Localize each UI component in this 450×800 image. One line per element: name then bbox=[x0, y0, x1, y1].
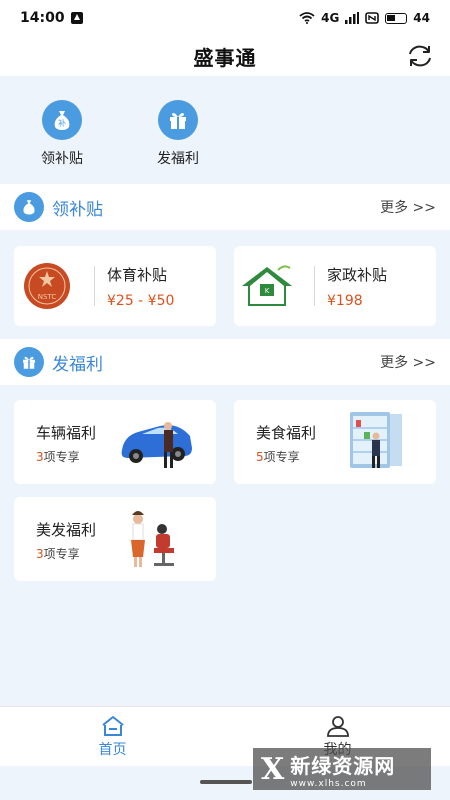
welfare-name: 美发福利 bbox=[36, 521, 97, 539]
subsidy-more-link[interactable]: 更多 >> bbox=[380, 197, 436, 217]
nav-tab-home[interactable]: 首页 bbox=[0, 707, 225, 766]
welfare-more-link[interactable]: 更多 >> bbox=[380, 352, 436, 372]
section-title: 领补贴 bbox=[52, 199, 103, 220]
welfare-count-number: 3 bbox=[36, 450, 44, 464]
svg-text:补: 补 bbox=[58, 118, 66, 128]
fridge-illustration bbox=[350, 412, 402, 468]
welfare-count-suffix: 项专享 bbox=[263, 450, 300, 464]
gift-icon bbox=[158, 100, 198, 140]
car-illustration bbox=[121, 422, 192, 468]
nfc-icon bbox=[365, 12, 380, 24]
subsidy-text: 家政补贴 ¥198 bbox=[327, 264, 387, 309]
sports-emblem-logo: NSTC bbox=[14, 246, 80, 326]
watermark-logo: X bbox=[261, 751, 285, 787]
user-icon bbox=[326, 715, 349, 737]
subsidy-price: ¥25 - ¥50 bbox=[107, 292, 175, 309]
status-bar: 14:00 4G 44 bbox=[0, 0, 450, 36]
divider bbox=[94, 266, 95, 306]
subsidy-text: 体育补贴 ¥25 - ¥50 bbox=[107, 264, 174, 309]
status-left: 14:00 bbox=[20, 10, 83, 26]
page-title: 盛事通 bbox=[193, 45, 257, 70]
upload-notification-icon bbox=[70, 12, 83, 24]
refresh-icon bbox=[409, 45, 431, 67]
money-bag-icon: 补 bbox=[42, 100, 82, 140]
subsidy-section-header: 领补贴 更多 >> bbox=[0, 184, 450, 230]
welfare-count-number: 3 bbox=[36, 547, 44, 561]
network-label: 4G bbox=[321, 11, 340, 25]
quick-action-welfare[interactable]: 发福利 bbox=[140, 82, 216, 172]
subsidy-name: 家政补贴 bbox=[327, 265, 388, 284]
home-icon bbox=[101, 715, 124, 736]
logo-text: NSTC bbox=[38, 293, 57, 301]
quick-actions: 补 领补贴 发福利 bbox=[0, 82, 450, 172]
salon-illustration bbox=[131, 511, 174, 567]
watermark: X 新绿资源网 www.xlhs.com bbox=[253, 748, 431, 790]
wifi-icon bbox=[299, 12, 315, 24]
watermark-main: 新绿资源网 bbox=[290, 753, 396, 778]
battery-level: 44 bbox=[413, 11, 430, 25]
welfare-count-suffix: 项专享 bbox=[43, 450, 80, 464]
welfare-count: 3项专享 bbox=[36, 448, 80, 465]
welfare-card-food[interactable]: 美食福利 5项专享 bbox=[234, 400, 436, 484]
quick-action-label: 领补贴 bbox=[41, 151, 83, 167]
welfare-section-header: 发福利 更多 >> bbox=[0, 339, 450, 385]
subsidy-card-housekeeping[interactable]: K 家政补贴 ¥198 bbox=[234, 246, 436, 326]
welfare-name: 美食福利 bbox=[256, 424, 317, 442]
welfare-name: 车辆福利 bbox=[36, 424, 97, 442]
quick-action-label: 发福利 bbox=[157, 151, 199, 167]
watermark-text: 新绿资源网 www.xlhs.com bbox=[290, 750, 395, 789]
welfare-count-suffix: 项专享 bbox=[43, 547, 80, 561]
welfare-card-haircut[interactable]: 美发福利 3项专享 bbox=[14, 497, 216, 581]
house-logo: K bbox=[234, 246, 300, 326]
watermark-url: www.xlhs.com bbox=[290, 778, 367, 789]
refresh-button[interactable] bbox=[404, 40, 436, 72]
gesture-bar bbox=[200, 780, 252, 784]
welfare-count: 5项专享 bbox=[256, 448, 300, 465]
signal-icon bbox=[345, 12, 360, 24]
gift-icon bbox=[14, 347, 44, 377]
subsidy-price: ¥198 bbox=[327, 292, 363, 309]
welfare-count-number: 5 bbox=[256, 450, 264, 464]
section-title: 发福利 bbox=[52, 354, 103, 375]
title-bar: 盛事通 bbox=[0, 36, 450, 76]
subsidy-card-sports[interactable]: NSTC 体育补贴 ¥25 - ¥50 bbox=[14, 246, 216, 326]
subsidy-name: 体育补贴 bbox=[107, 265, 168, 284]
nav-label: 首页 bbox=[98, 741, 127, 758]
divider bbox=[314, 266, 315, 306]
welfare-card-vehicle[interactable]: 车辆福利 3项专享 bbox=[14, 400, 216, 484]
quick-action-subsidy[interactable]: 补 领补贴 bbox=[24, 82, 100, 172]
svg-text:K: K bbox=[265, 287, 270, 295]
battery-icon bbox=[385, 12, 408, 24]
money-bag-icon bbox=[14, 192, 44, 222]
status-right: 4G 44 bbox=[299, 11, 430, 25]
welfare-count: 3项专享 bbox=[36, 545, 80, 562]
status-time: 14:00 bbox=[20, 10, 65, 26]
